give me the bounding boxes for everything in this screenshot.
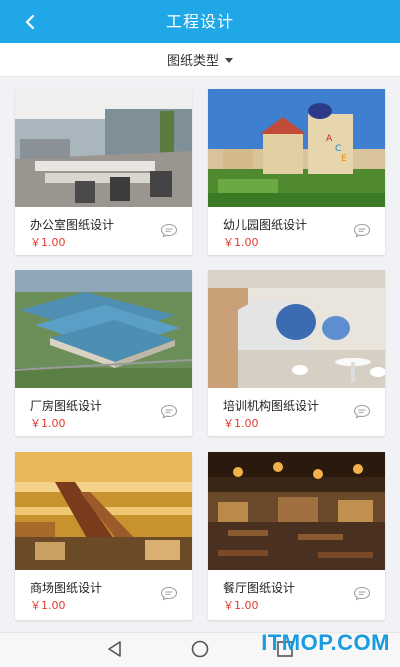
restaurant-photo xyxy=(208,452,385,570)
svg-text:E: E xyxy=(341,154,347,164)
card-title: 餐厅图纸设计 xyxy=(223,581,296,595)
watermark-logo: ITMOP.COM xyxy=(261,630,390,655)
kindergarten-photo: A C E xyxy=(208,89,385,207)
card-title: 培训机构图纸设计 xyxy=(223,399,320,413)
comment-icon[interactable] xyxy=(160,586,178,601)
card-price: ￥1.00 xyxy=(30,236,66,249)
comment-icon[interactable] xyxy=(160,223,178,238)
card-price: ￥1.00 xyxy=(30,417,66,430)
design-card[interactable]: 培训机构图纸设计 ￥1.00 xyxy=(208,270,385,436)
design-card[interactable]: 办公室图纸设计 ￥1.00 xyxy=(15,89,192,255)
design-card[interactable]: A C E 幼儿园图纸设计 ￥1.00 xyxy=(208,89,385,255)
card-title: 幼儿园图纸设计 xyxy=(223,218,308,232)
circle-home-icon[interactable] xyxy=(190,639,210,659)
app-header: 工程设计 xyxy=(0,0,400,43)
comment-icon[interactable] xyxy=(160,404,178,419)
comment-icon[interactable] xyxy=(353,223,371,238)
caret-down-icon xyxy=(225,58,233,63)
design-grid: 办公室图纸设计 ￥1.00 A C E 幼儿园图纸设计 ￥1.00 厂房图纸设计… xyxy=(0,76,400,632)
card-price: ￥1.00 xyxy=(223,599,259,612)
page-title: 工程设计 xyxy=(165,12,234,31)
svg-text:C: C xyxy=(335,144,341,154)
card-price: ￥1.00 xyxy=(223,236,259,249)
design-card[interactable]: 厂房图纸设计 ￥1.00 xyxy=(15,270,192,436)
card-title: 办公室图纸设计 xyxy=(30,218,115,232)
triangle-back-icon[interactable] xyxy=(105,639,125,659)
card-title: 厂房图纸设计 xyxy=(30,399,103,413)
card-price: ￥1.00 xyxy=(30,599,66,612)
card-price: ￥1.00 xyxy=(223,417,259,430)
comment-icon[interactable] xyxy=(353,586,371,601)
svg-text:A: A xyxy=(326,134,333,144)
drawing-type-filter[interactable]: 图纸类型 xyxy=(0,43,400,77)
design-card[interactable]: 餐厅图纸设计 ￥1.00 xyxy=(208,452,385,620)
office-photo xyxy=(15,89,192,207)
factory-photo xyxy=(15,270,192,388)
filter-label: 图纸类型 xyxy=(166,54,219,69)
training-center-photo xyxy=(208,270,385,388)
mall-photo xyxy=(15,452,192,570)
card-title: 商场图纸设计 xyxy=(30,581,103,595)
comment-icon[interactable] xyxy=(353,404,371,419)
design-card[interactable]: 商场图纸设计 ￥1.00 xyxy=(15,452,192,620)
